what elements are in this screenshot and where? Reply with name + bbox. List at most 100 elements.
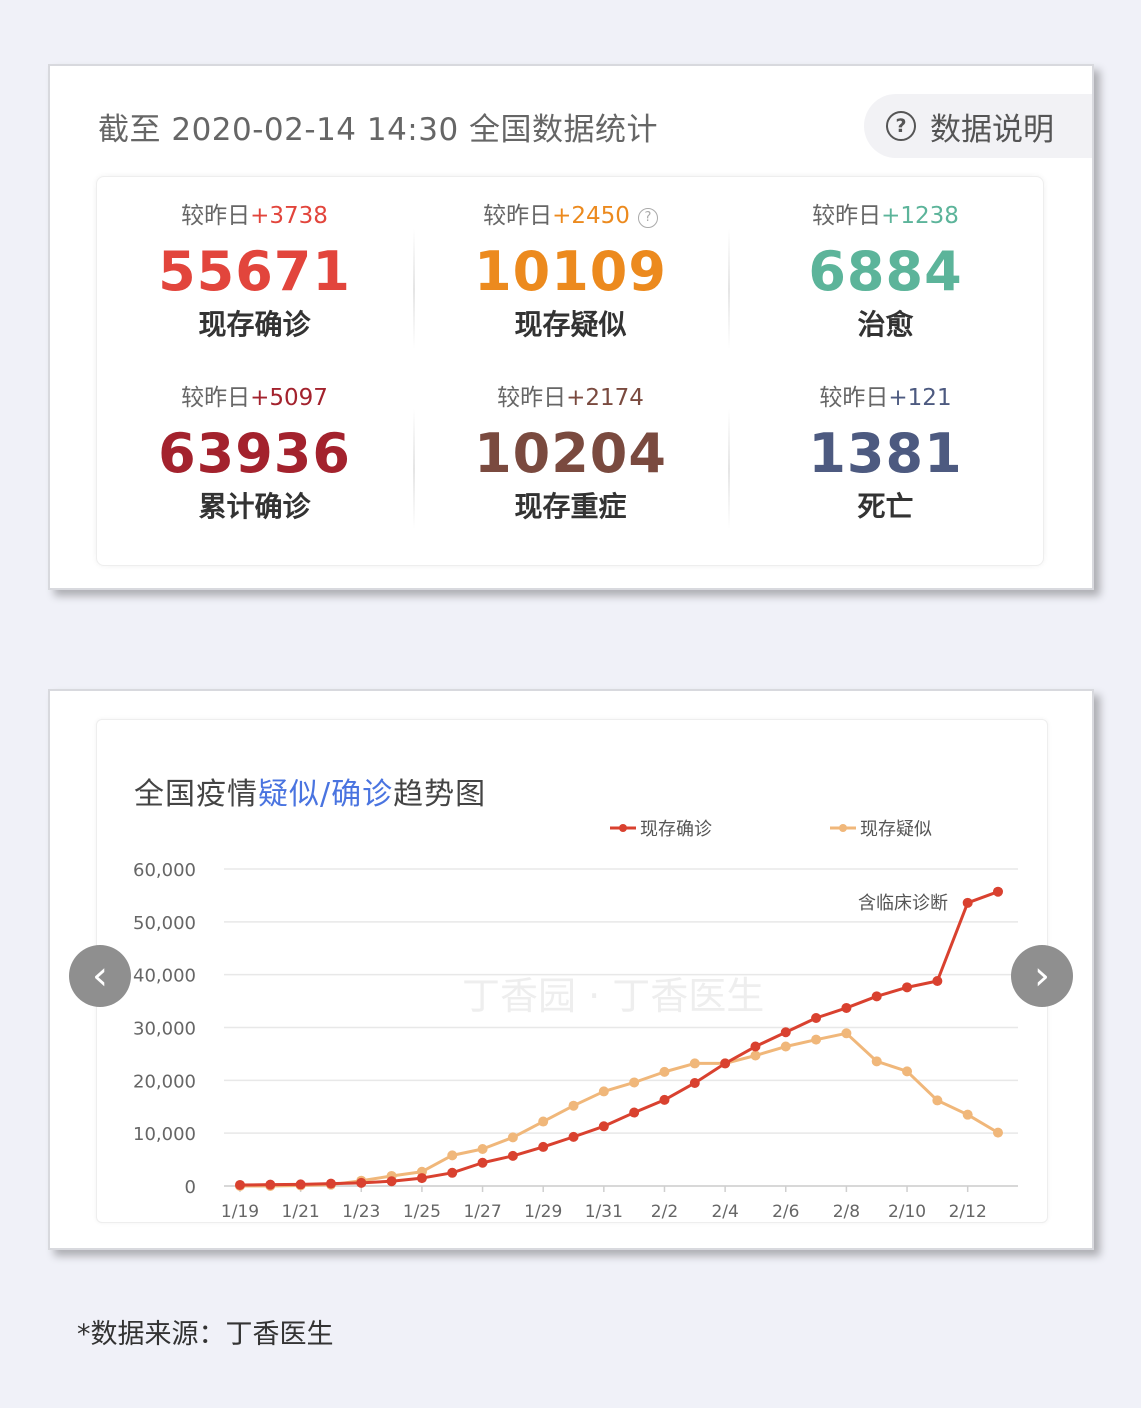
x-tick-label: 2/6 <box>772 1202 799 1222</box>
stat-name: 死亡 <box>857 490 914 523</box>
x-tick-label: 2/10 <box>888 1202 926 1222</box>
stat-current-confirmed: 较昨日+3738 55671 现存确诊 <box>97 201 412 345</box>
delta-value: +2174 <box>566 385 644 411</box>
data-point <box>659 1066 670 1077</box>
data-point <box>750 1041 761 1052</box>
legend-label: 现存疑似 <box>860 819 932 840</box>
series-line-1 <box>240 1031 999 1188</box>
x-tick-label: 1/25 <box>403 1202 441 1222</box>
data-point <box>780 1027 791 1038</box>
y-tick-label: 0 <box>185 1177 196 1198</box>
data-point <box>447 1167 458 1178</box>
data-point <box>689 1058 700 1069</box>
data-point <box>750 1050 761 1061</box>
stat-name: 现存疑似 <box>514 308 627 341</box>
stat-deaths: 较昨日+121 1381 死亡 <box>728 383 1043 527</box>
legend-label: 现存确诊 <box>640 819 712 840</box>
legend-marker <box>839 824 847 832</box>
data-point <box>780 1041 791 1052</box>
data-point <box>932 1095 943 1106</box>
x-tick-label: 2/2 <box>651 1202 678 1222</box>
data-point <box>841 1002 852 1013</box>
data-point <box>538 1141 549 1152</box>
data-point <box>538 1116 549 1127</box>
data-point <box>902 1066 913 1077</box>
data-point <box>598 1121 609 1132</box>
data-point <box>447 1150 458 1161</box>
data-point <box>507 1150 518 1161</box>
data-source-footnote: *数据来源：丁香医生 <box>77 1319 334 1350</box>
delta-prefix: 较昨日 <box>181 385 251 411</box>
data-point <box>598 1086 609 1097</box>
delta-prefix: 较昨日 <box>812 203 882 229</box>
stat-name: 现存确诊 <box>198 308 311 341</box>
stat-value: 10204 <box>474 422 667 485</box>
data-point <box>993 1127 1003 1138</box>
stat-cured: 较昨日+1238 6884 治愈 <box>728 201 1043 345</box>
x-tick-label: 1/21 <box>282 1202 320 1222</box>
data-explanation-label: 数据说明 <box>930 111 1054 148</box>
stat-name: 治愈 <box>857 308 914 341</box>
data-explanation-button[interactable]: ? 数据说明 <box>864 94 1092 158</box>
stats-title: 截至 2020-02-14 14:30 全国数据统计 <box>98 112 659 148</box>
chart-card: 全国疫情疑似/确诊趋势图 丁香园 · 丁香医生 0 10,000 20,000 30,0… <box>48 689 1094 1250</box>
data-point <box>811 1034 822 1045</box>
data-point <box>659 1094 670 1105</box>
x-tick-label: 1/31 <box>585 1202 623 1222</box>
delta-prefix: 较昨日 <box>497 385 567 411</box>
delta-value: +5097 <box>250 385 328 411</box>
data-point <box>841 1028 852 1039</box>
data-point <box>811 1012 822 1023</box>
stats-card: 截至 2020-02-14 14:30 全国数据统计 ? 数据说明 较昨日+37… <box>48 64 1094 590</box>
stat-value: 6884 <box>808 240 963 303</box>
stats-panel: 较昨日+3738 55671 现存确诊 较昨日+2450? 10109 现存疑似… <box>96 176 1044 566</box>
x-tick-label: 2/4 <box>711 1202 738 1222</box>
legend-marker <box>619 824 627 832</box>
stat-name: 现存重症 <box>514 490 627 523</box>
x-tick-label: 1/27 <box>463 1202 501 1222</box>
y-tick-label: 10,000 <box>133 1124 196 1145</box>
x-tick-label: 1/19 <box>221 1202 259 1222</box>
delta-value: +3738 <box>250 203 328 229</box>
data-point <box>295 1179 306 1190</box>
stat-current-suspected: 较昨日+2450? 10109 现存疑似 <box>413 201 728 345</box>
data-point <box>235 1179 245 1190</box>
x-tick-label: 2/8 <box>833 1202 860 1222</box>
data-point <box>325 1178 336 1189</box>
stat-total-confirmed: 较昨日+5097 63936 累计确诊 <box>97 383 412 527</box>
delta-value: +2450 <box>552 203 630 229</box>
stat-value: 1381 <box>808 422 963 485</box>
watermark: 丁香园 · 丁香医生 <box>462 974 764 1018</box>
stat-name: 累计确诊 <box>198 490 311 523</box>
stat-value: 10109 <box>474 240 667 303</box>
data-point <box>477 1157 488 1168</box>
question-circle-icon[interactable]: ? <box>637 208 658 228</box>
y-tick-label: 50,000 <box>133 913 196 934</box>
data-point <box>629 1077 640 1088</box>
trend-chart: 丁香园 · 丁香医生 0 10,000 20,000 30,000 40,000 50,00… <box>133 819 1018 1222</box>
data-point <box>720 1058 731 1069</box>
question-circle-icon: ? <box>886 111 916 141</box>
x-tick-label: 1/23 <box>342 1202 380 1222</box>
data-point <box>629 1107 640 1118</box>
stat-value: 63936 <box>158 422 351 485</box>
delta-value: +1238 <box>881 203 959 229</box>
y-tick-label: 40,000 <box>133 966 196 987</box>
data-point <box>386 1176 397 1187</box>
data-point <box>932 976 943 987</box>
chevron-left-icon[interactable]: ‹ <box>69 945 131 1007</box>
data-point <box>416 1173 427 1184</box>
data-point <box>993 886 1003 897</box>
annotation-clinical: 含临床诊断 <box>858 893 948 914</box>
delta-prefix: 较昨日 <box>181 203 251 229</box>
data-point <box>962 1109 973 1120</box>
stat-severe: 较昨日+2174 10204 现存重症 <box>413 383 728 527</box>
x-tick-label: 1/29 <box>524 1202 562 1222</box>
chevron-right-icon[interactable]: › <box>1011 945 1073 1007</box>
y-tick-label: 60,000 <box>133 860 196 881</box>
stat-value: 55671 <box>158 240 351 303</box>
y-tick-label: 30,000 <box>133 1019 196 1040</box>
data-point <box>477 1144 488 1155</box>
data-point <box>962 897 973 908</box>
y-tick-label: 20,000 <box>133 1071 196 1092</box>
